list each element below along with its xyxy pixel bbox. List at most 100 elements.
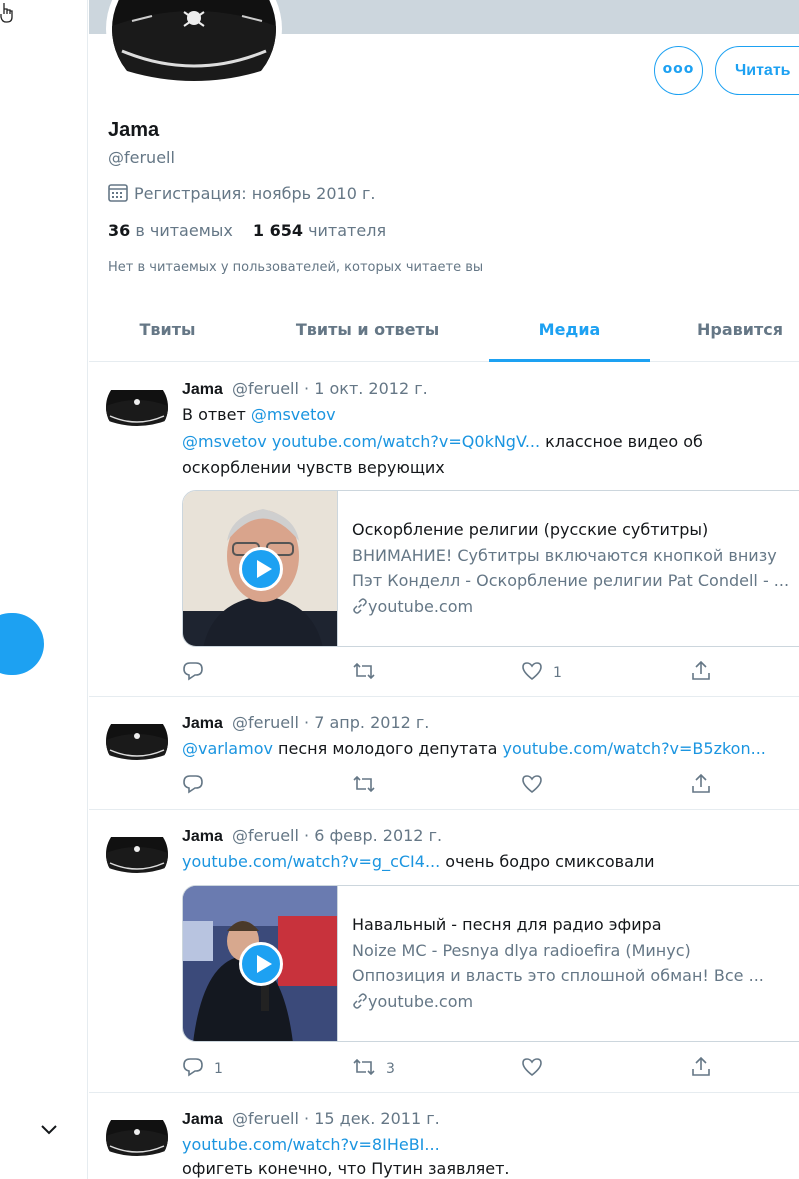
tweet-date[interactable]: · 6 февр. 2012 г.: [304, 826, 442, 845]
tab-likes[interactable]: Нравится: [650, 304, 799, 362]
tweet[interactable]: Jama @feruell · 7 апр. 2012 г. @varlamov…: [89, 697, 799, 810]
tweet-date[interactable]: · 1 окт. 2012 г.: [304, 379, 428, 398]
tweet-author-handle[interactable]: @feruell: [232, 713, 299, 732]
card-domain-text: youtube.com: [368, 992, 474, 1011]
like-icon: [522, 662, 542, 681]
tweet-author-name[interactable]: Jama: [182, 1111, 223, 1128]
card-title: Навальный - песня для радио эфира: [352, 915, 662, 934]
reply-icon: [183, 775, 203, 794]
tweet[interactable]: Jama @feruell · 6 февр. 2012 г. youtube.…: [89, 810, 799, 1093]
more-options-button[interactable]: ooo: [654, 46, 703, 95]
followers-count: 1 654: [252, 221, 303, 240]
video-thumbnail[interactable]: [183, 491, 338, 646]
tweet-header: Jama @feruell · 6 февр. 2012 г.: [182, 826, 442, 846]
like-button[interactable]: [521, 1056, 553, 1078]
followers-link[interactable]: 1 654 читателя: [253, 221, 386, 240]
like-icon: [522, 1058, 542, 1077]
reply-button[interactable]: [182, 660, 214, 682]
profile-joined: Регистрация: ноябрь 2010 г.: [108, 184, 375, 203]
url-link[interactable]: youtube.com/watch?v=g_cCI4...: [182, 852, 440, 871]
avatar[interactable]: [106, 823, 168, 885]
profile-avatar[interactable]: [106, 0, 282, 108]
url-link[interactable]: youtube.com/watch?v=Q0kNgV...: [272, 432, 540, 451]
play-icon[interactable]: [239, 547, 283, 591]
link-card[interactable]: Оскорбление религии (русские субтитры) В…: [182, 490, 799, 647]
play-icon[interactable]: [239, 942, 283, 986]
chevron-down-icon[interactable]: [40, 1120, 58, 1141]
link-card[interactable]: Навальный - песня для радио эфира Noize …: [182, 885, 799, 1042]
following-count: 36: [108, 221, 131, 240]
tab-tweets-and-replies[interactable]: Твиты и ответы: [246, 304, 489, 362]
tweet-text-line: @varlamov песня молодого депутата youtub…: [182, 739, 766, 758]
cursor-hand-icon: [0, 2, 14, 30]
tweet-author-handle[interactable]: @feruell: [232, 1109, 299, 1128]
following-label: в читаемых: [135, 221, 233, 240]
reply-count: 1: [214, 1061, 223, 1077]
share-button[interactable]: [690, 660, 712, 682]
like-button[interactable]: 1: [521, 660, 562, 682]
card-title: Оскорбление религии (русские субтитры): [352, 520, 709, 539]
reply-to-link[interactable]: @msvetov: [251, 405, 336, 424]
avatar[interactable]: [106, 710, 168, 772]
calendar-icon: [108, 184, 128, 202]
reply-button[interactable]: 1: [182, 1056, 223, 1078]
avatar[interactable]: [106, 376, 168, 438]
url-link[interactable]: youtube.com/watch?v=B5zkon...: [503, 739, 766, 758]
reply-button[interactable]: [182, 773, 214, 795]
reply-context: В ответ @msvetov: [182, 405, 336, 424]
tweet-header: Jama @feruell · 1 окт. 2012 г.: [182, 379, 428, 399]
link-icon: [353, 993, 367, 1009]
left-navigation-rail: [0, 0, 88, 1179]
tab-tweets[interactable]: Твиты: [89, 304, 246, 362]
joined-text: Регистрация: ноябрь 2010 г.: [134, 184, 376, 203]
share-icon: [692, 1056, 710, 1076]
share-button[interactable]: [690, 773, 712, 795]
profile-tabs: Твиты Твиты и ответы Медиа Нравится: [89, 304, 799, 362]
share-icon: [692, 660, 710, 680]
tweet-header: Jama @feruell · 7 апр. 2012 г.: [182, 713, 429, 733]
tweet-header: Jama @feruell · 15 дек. 2011 г.: [182, 1109, 440, 1129]
tweet-actions: 1: [182, 660, 799, 684]
tweet-date[interactable]: · 15 дек. 2011 г.: [304, 1109, 440, 1128]
mention-link[interactable]: @varlamov: [182, 739, 273, 758]
tweet-actions: 1 3: [182, 1056, 799, 1080]
avatar[interactable]: [106, 1106, 168, 1168]
reply-icon: [183, 662, 203, 681]
tweet[interactable]: Jama @feruell · 15 дек. 2011 г. youtube.…: [89, 1093, 799, 1179]
tweet-text: песня молодого депутата: [272, 739, 503, 758]
tab-media[interactable]: Медиа: [489, 304, 650, 362]
retweet-button[interactable]: [352, 660, 386, 682]
retweet-button[interactable]: 3: [352, 1056, 395, 1078]
profile-name: Jama: [108, 119, 160, 141]
like-icon: [522, 775, 542, 794]
tweet-author-name[interactable]: Jama: [182, 381, 223, 398]
card-domain: youtube.com: [352, 992, 473, 1011]
tweet-text: офигеть конечно, что Путин заявляет.: [182, 1159, 510, 1178]
like-button[interactable]: [521, 773, 553, 795]
following-link[interactable]: 36 в читаемых: [108, 221, 233, 240]
profile-main-column: ooo Читать Jama @feruell Регистрация: но…: [89, 0, 799, 1179]
follow-button[interactable]: Читать: [715, 46, 799, 95]
tweet-author-name[interactable]: Jama: [182, 828, 223, 845]
followers-label: читателя: [308, 221, 387, 240]
share-button[interactable]: [690, 1056, 712, 1078]
video-thumbnail[interactable]: [183, 886, 338, 1041]
retweet-button[interactable]: [352, 773, 386, 795]
card-domain: youtube.com: [352, 597, 473, 616]
tweet-text: классное видео об: [540, 432, 703, 451]
tweet-date[interactable]: · 7 апр. 2012 г.: [304, 713, 429, 732]
url-link[interactable]: youtube.com/watch?v=8IHeBI...: [182, 1135, 440, 1154]
tweet-author-handle[interactable]: @feruell: [232, 379, 299, 398]
tweet[interactable]: Jama @feruell · 1 окт. 2012 г. В ответ @…: [89, 363, 799, 697]
profile-stats: 36 в читаемых 1 654 читателя: [108, 221, 386, 240]
mention-link[interactable]: @msvetov: [182, 432, 267, 451]
card-description: Пэт Конделл - Оскорбление религии Pat Co…: [352, 571, 790, 590]
retweet-icon: [353, 775, 375, 793]
share-icon: [692, 773, 710, 793]
tweet-author-name[interactable]: Jama: [182, 715, 223, 732]
tweet-text-line: youtube.com/watch?v=8IHeBI...: [182, 1135, 440, 1154]
tweet-author-handle[interactable]: @feruell: [232, 826, 299, 845]
compose-tweet-button[interactable]: [0, 613, 44, 675]
card-description: ВНИМАНИЕ! Субтитры включаются кнопкой вн…: [352, 546, 777, 565]
tweet-text: очень бодро смиксовали: [440, 852, 655, 871]
